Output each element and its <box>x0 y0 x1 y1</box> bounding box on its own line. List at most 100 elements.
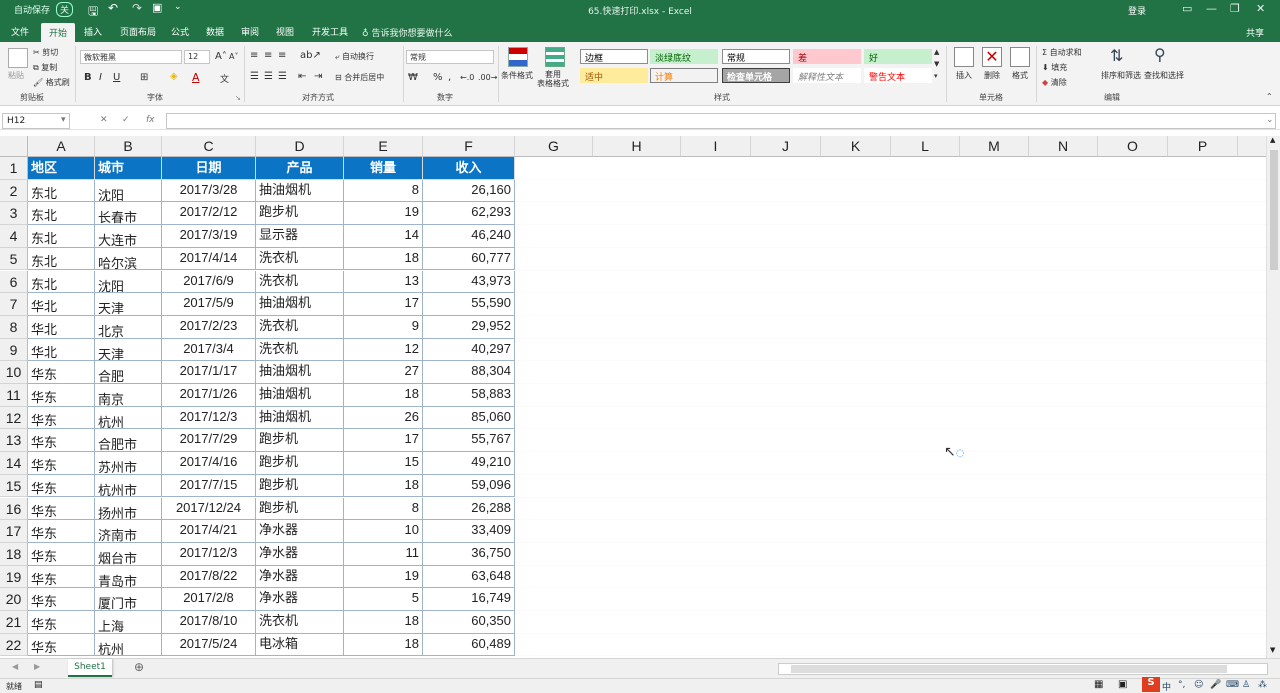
cell-city[interactable]: 苏州市 <box>95 452 162 475</box>
cell-product[interactable]: 跑步机 <box>256 474 344 498</box>
cell-revenue[interactable]: 60,777 <box>423 247 515 271</box>
minimize-icon[interactable]: — <box>1206 2 1217 15</box>
tab-developer[interactable]: 开发工具 <box>312 25 348 38</box>
cell-sales[interactable]: 5 <box>344 588 423 611</box>
cell-region[interactable]: 东北 <box>28 225 95 248</box>
row-header[interactable]: 14 <box>0 452 28 475</box>
row-header[interactable]: 7 <box>0 293 28 316</box>
column-header[interactable]: F <box>423 136 515 157</box>
cell-date[interactable]: 2017/3/19 <box>162 225 256 248</box>
cell-revenue[interactable]: 63,648 <box>423 565 515 589</box>
conditional-format-icon[interactable] <box>508 47 528 67</box>
cell-city[interactable]: 合肥 <box>95 361 162 384</box>
tab-data[interactable]: 数据 <box>206 25 224 38</box>
tab-file[interactable]: 文件 <box>11 25 29 38</box>
tab-formulas[interactable]: 公式 <box>171 25 189 38</box>
cell-city[interactable]: 大连市 <box>95 225 162 248</box>
cell-region[interactable]: 华东 <box>28 542 95 566</box>
cell-revenue[interactable]: 36,750 <box>423 542 515 566</box>
cell-city[interactable]: 济南市 <box>95 520 162 543</box>
cell-product[interactable]: 抽油烟机 <box>256 384 344 407</box>
cell-date[interactable]: 2017/3/28 <box>162 179 256 203</box>
cell-revenue[interactable]: 60,489 <box>423 633 515 657</box>
insert-cells-icon[interactable] <box>954 47 974 67</box>
cell-region[interactable]: 华东 <box>28 611 95 634</box>
cell-city[interactable]: 扬州市 <box>95 497 162 521</box>
ime-grid-icon[interactable]: ⁂ <box>1258 680 1267 690</box>
font-name-combo[interactable]: 微软雅黑 <box>80 50 182 64</box>
cell-sales[interactable]: 8 <box>344 497 423 521</box>
formula-input[interactable] <box>166 113 1276 129</box>
login-link[interactable]: 登录 <box>1128 4 1146 17</box>
wrap-text-button[interactable]: ⤶ 自动换行 <box>335 51 374 62</box>
style-border-button[interactable]: 边框 <box>580 49 648 64</box>
cell-revenue[interactable]: 26,288 <box>423 497 515 521</box>
horizontal-scroll-thumb[interactable] <box>791 665 1227 673</box>
cell-product[interactable]: 净水器 <box>256 520 344 543</box>
style-neutral-button[interactable]: 适中 <box>580 68 648 83</box>
comma-icon[interactable]: , <box>448 72 451 83</box>
cell-product[interactable]: 跑步机 <box>256 452 344 475</box>
gallery-more-icon[interactable]: ▾ <box>934 72 938 80</box>
row-header[interactable]: 12 <box>0 406 28 430</box>
font-color-icon[interactable]: A <box>192 71 200 84</box>
row-header[interactable]: 3 <box>0 202 28 226</box>
cell-sales[interactable]: 17 <box>344 293 423 316</box>
font-dialog-icon[interactable]: ↘ <box>235 94 241 102</box>
cell-city[interactable]: 青岛市 <box>95 565 162 589</box>
column-header[interactable]: M <box>960 136 1029 157</box>
row-header[interactable]: 20 <box>0 588 28 611</box>
cell-city[interactable]: 杭州市 <box>95 474 162 498</box>
fill-button[interactable]: ⬇ 填充 <box>1042 62 1067 73</box>
cell-city[interactable]: 烟台市 <box>95 542 162 566</box>
paste-icon[interactable] <box>8 48 28 68</box>
sheet-tab[interactable]: Sheet1 <box>68 659 112 677</box>
style-good-button[interactable]: 好 <box>864 49 932 64</box>
cell-sales[interactable]: 13 <box>344 270 423 294</box>
cell-product[interactable]: 净水器 <box>256 565 344 589</box>
cell-region[interactable]: 东北 <box>28 270 95 294</box>
cell-revenue[interactable]: 59,096 <box>423 474 515 498</box>
cell-revenue[interactable]: 58,883 <box>423 384 515 407</box>
underline-icon[interactable]: U <box>113 72 120 83</box>
cell-region[interactable]: 华东 <box>28 361 95 384</box>
cell-region[interactable]: 华北 <box>28 293 95 316</box>
cell-sales[interactable]: 9 <box>344 315 423 339</box>
cell-region[interactable]: 东北 <box>28 202 95 226</box>
insert-function-icon[interactable]: fx <box>146 115 155 125</box>
cell-revenue[interactable]: 88,304 <box>423 361 515 384</box>
prev-sheet-icon[interactable]: ◀ <box>12 662 18 671</box>
grow-font-icon[interactable]: A˄ <box>215 51 227 62</box>
column-header[interactable]: H <box>593 136 681 157</box>
tab-review[interactable]: 审阅 <box>241 25 259 38</box>
fill-color-icon[interactable]: ◈ <box>170 71 178 82</box>
cell-region[interactable]: 华北 <box>28 315 95 339</box>
add-sheet-icon[interactable]: ⊕ <box>134 660 144 674</box>
cell-revenue[interactable]: 46,240 <box>423 225 515 248</box>
page-layout-view-icon[interactable]: ▣ <box>1118 679 1127 690</box>
row-header[interactable]: 21 <box>0 611 28 634</box>
column-header[interactable]: D <box>256 136 344 157</box>
cell-product[interactable]: 跑步机 <box>256 202 344 226</box>
cell-city[interactable]: 哈尔滨 <box>95 247 162 271</box>
column-header[interactable]: G <box>515 136 593 157</box>
row-header[interactable]: 9 <box>0 338 28 362</box>
tab-home[interactable]: 开始 <box>41 23 76 42</box>
decrease-decimal-icon[interactable]: .00→ <box>478 73 497 82</box>
cell-product[interactable]: 洗衣机 <box>256 270 344 294</box>
column-header[interactable]: P <box>1168 136 1238 157</box>
cell-city[interactable]: 天津 <box>95 293 162 316</box>
row-header[interactable]: 1 <box>0 157 28 180</box>
header-cell-revenue[interactable]: 收入 <box>423 157 515 180</box>
cell-date[interactable]: 2017/8/10 <box>162 611 256 634</box>
format-cells-icon[interactable] <box>1010 47 1030 67</box>
cell-date[interactable]: 2017/4/16 <box>162 452 256 475</box>
vertical-scrollbar[interactable]: ▲ ▼ <box>1266 136 1280 658</box>
cell-date[interactable]: 2017/1/26 <box>162 384 256 407</box>
cell-region[interactable]: 华东 <box>28 565 95 589</box>
cell-region[interactable]: 华东 <box>28 406 95 430</box>
header-cell-city[interactable]: 城市 <box>95 157 162 180</box>
cell-sales[interactable]: 10 <box>344 520 423 543</box>
cell-sales[interactable]: 18 <box>344 611 423 634</box>
currency-icon[interactable]: ₩ <box>408 72 418 83</box>
